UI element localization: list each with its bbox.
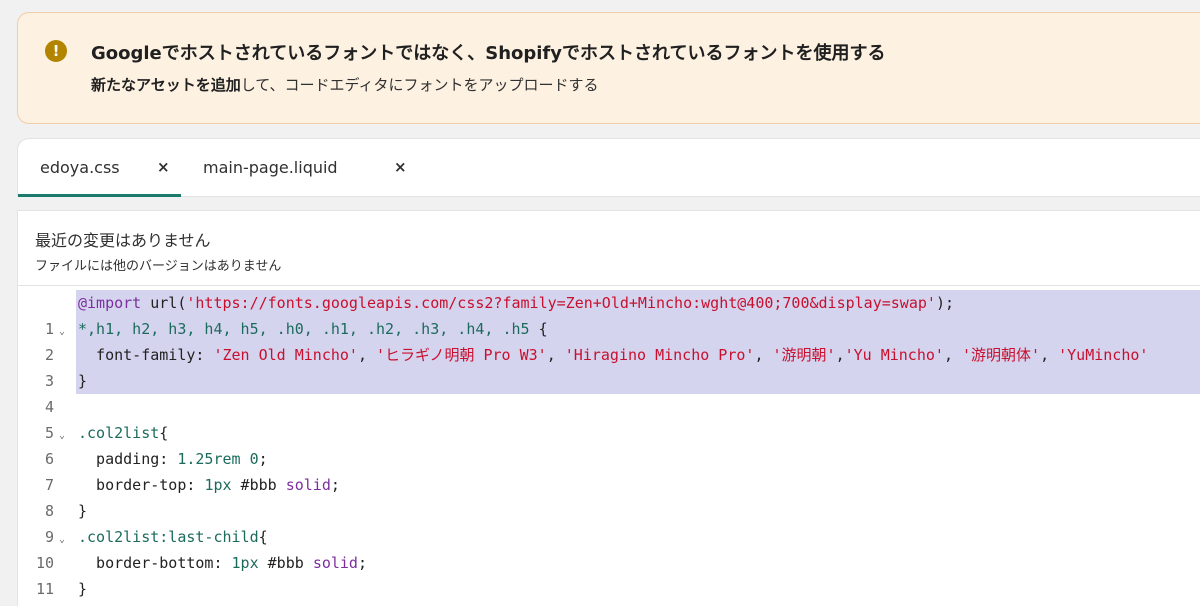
code-line: 5 [18, 394, 1200, 442]
code-line: 11 border-bottom: 1px #bbb solid; [18, 550, 1200, 598]
status-title: 最近の変更はありません [35, 231, 211, 250]
version-status-panel: 最近の変更はありません ファイルには他のバージョンはありません [17, 210, 1200, 286]
banner-title: Googleでホストされているフォントではなく、Shopifyでホストされている… [91, 43, 886, 64]
code-text: border-bottom: 1px #bbb solid; [78, 554, 367, 572]
code-text: border-top: 1px #bbb solid; [78, 476, 340, 494]
tab-label: main-page.liquid [203, 158, 338, 177]
code-text: *,h1, h2, h3, h4, h5, .h0, .h1, .h2, .h3… [76, 316, 1200, 342]
code-line: 1 @import url('https://fonts.googleapis.… [18, 290, 1200, 338]
code-line: 8 border-top: 1px #bbb solid; [18, 472, 1200, 520]
code-line: 2 ⌄ *,h1, h2, h3, h4, h5, .h0, .h1, .h2,… [18, 316, 1200, 364]
code-line: 9 } [18, 498, 1200, 546]
code-line: 10 ⌄ .col2list:last-child{ [18, 524, 1200, 572]
code-line: 7 padding: 1.25rem 0; [18, 446, 1200, 494]
font-hosting-banner: ! Googleでホストされているフォントではなく、Shopifyでホストされて… [17, 12, 1200, 124]
tab-label: edoya.css [40, 158, 120, 177]
code-text: @import url('https://fonts.googleapis.co… [76, 290, 1200, 316]
code-text: } [78, 580, 88, 598]
banner-subtext-rest: して、コードエディタにフォントをアップロードする [240, 76, 599, 94]
tab-main-page-liquid[interactable]: main-page.liquid × [181, 139, 411, 197]
code-line: 3 font-family: 'Zen Old Mincho', 'ヒラギノ明朝… [18, 342, 1200, 390]
banner-subtext: 新たなアセットを追加して、コードエディタにフォントをアップロードする [91, 74, 598, 95]
code-line: 12 } [18, 576, 1200, 602]
code-text: .col2list{ [78, 424, 169, 442]
code-line: 6 ⌄ .col2list{ [18, 420, 1200, 468]
line-number: 12 [24, 602, 54, 606]
close-icon[interactable]: × [157, 158, 170, 176]
editor-tab-bar: edoya.css × main-page.liquid × [17, 138, 1200, 197]
code-text: } [76, 368, 1200, 394]
code-text: } [78, 502, 88, 520]
code-line: 4 } [18, 368, 1200, 416]
add-asset-link[interactable]: 新たなアセットを追加 [91, 76, 241, 94]
code-text: .col2list:last-child{ [78, 528, 268, 546]
code-editor[interactable]: 1 @import url('https://fonts.googleapis.… [17, 286, 1200, 606]
warning-icon: ! [45, 40, 67, 62]
code-text: padding: 1.25rem 0; [78, 450, 268, 468]
status-subtitle: ファイルには他のバージョンはありません [35, 259, 282, 274]
close-icon[interactable]: × [394, 158, 407, 176]
code-text: font-family: 'Zen Old Mincho', 'ヒラギノ明朝 P… [76, 342, 1200, 368]
tab-edoya-css[interactable]: edoya.css × [18, 139, 181, 197]
